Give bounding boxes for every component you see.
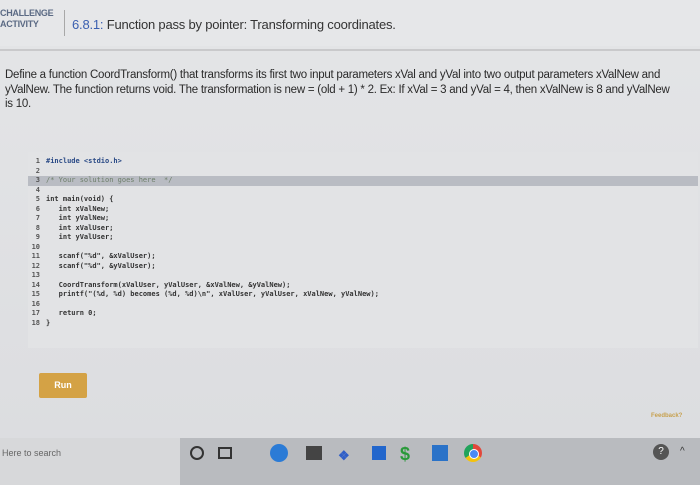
code-line[interactable]: 4 [28,186,698,196]
run-button[interactable]: Run [39,373,87,398]
code-line[interactable]: 2 [28,167,698,177]
code-line[interactable]: 6 int xValNew; [28,205,698,215]
photos-icon[interactable] [432,445,448,461]
code-text[interactable]: #include <stdio.h> [46,157,122,167]
code-text[interactable]: printf("(%d, %d) becomes (%d, %d)\n", xV… [46,290,379,300]
line-number: 16 [31,299,40,308]
line-number: 2 [35,166,40,175]
code-line[interactable]: 1 #include <stdio.h> [28,157,698,167]
line-number: 12 [31,261,40,270]
code-line[interactable]: 14 CoordTransform(xValUser, yValUser, &x… [28,281,698,291]
file-explorer-icon[interactable] [372,446,386,460]
help-icon[interactable]: ? [653,444,669,460]
task-view-icon[interactable] [218,447,232,459]
line-number: 10 [31,242,40,251]
code-line[interactable]: 7 int yValNew; [28,214,698,224]
code-line[interactable]: 16 [28,300,698,310]
code-line[interactable]: 17 return 0; [28,309,698,319]
code-text[interactable]: int xValUser; [46,224,114,234]
store-icon[interactable] [306,446,322,460]
dropbox-icon[interactable]: ❖ [338,448,350,464]
code-line[interactable]: 8 int xValUser; [28,224,698,234]
line-number: 13 [31,271,40,279]
line-number: 6 [35,204,40,213]
line-number: 9 [35,233,40,241]
line-number: 4 [35,185,40,194]
code-text[interactable]: /* Your solution goes here */ [46,176,172,186]
code-text[interactable]: } [46,319,50,329]
problem-description: Define a function CoordTransform() that … [5,69,670,110]
line-number: 14 [31,280,40,289]
line-number: 15 [31,290,40,298]
code-line[interactable]: 15 printf("(%d, %d) becomes (%d, %d)\n",… [28,290,698,300]
line-number: 5 [35,195,40,203]
code-text[interactable]: int yValNew; [46,214,110,224]
code-line[interactable]: 5 int main(void) { [28,195,698,205]
section-number: 6.8.1: [72,17,104,32]
code-line[interactable]: 13 [28,271,698,281]
line-number: 1 [35,157,40,165]
code-line[interactable]: 11 scanf("%d", &xValUser); [28,252,698,262]
code-line[interactable]: 18} [28,319,698,329]
taskbar-search-box[interactable]: Here to search [0,438,180,485]
tray-chevron-up-icon[interactable]: ^ [680,446,685,457]
activity-title: 6.8.1: Function pass by pointer: Transfo… [72,17,396,32]
code-line[interactable]: 3 /* Your solution goes here */ [28,176,698,186]
code-text[interactable]: scanf("%d", &yValUser); [46,262,156,272]
line-number: 11 [31,252,40,260]
header-divider [64,10,65,36]
challenge-activity-badge: CHALLENGE ACTIVITY [0,8,58,38]
edge-icon[interactable] [270,444,288,462]
code-text[interactable]: scanf("%d", &xValUser); [46,252,156,262]
section-title: Function pass by pointer: Transforming c… [106,17,396,32]
code-text[interactable]: int main(void) { [46,195,113,205]
code-text[interactable]: CoordTransform(xValUser, yValUser, &xVal… [46,281,291,291]
code-line[interactable]: 12 scanf("%d", &yValUser); [28,262,698,272]
activity-header: CHALLENGE ACTIVITY 6.8.1: Function pass … [0,0,700,46]
header-rule [0,49,700,51]
line-number: 8 [35,223,40,232]
badge-line-1: CHALLENGE [0,8,54,18]
line-number: 17 [31,309,40,317]
code-line[interactable]: 10 [28,243,698,253]
code-line[interactable]: 9 int yValUser; [28,233,698,243]
feedback-link[interactable]: Feedback? [651,413,682,419]
browser-page: CHALLENGE ACTIVITY 6.8.1: Function pass … [0,0,700,438]
cortana-icon[interactable] [190,446,204,460]
windows-taskbar: Here to search ❖ $ [0,438,700,485]
line-number: 7 [35,214,40,222]
taskbar-icons: ❖ $ [190,444,670,474]
code-text[interactable]: int xValNew; [46,205,110,215]
badge-line-2: ACTIVITY [0,19,39,29]
search-input[interactable]: Here to search [2,448,61,458]
money-icon[interactable]: $ [400,444,410,465]
chrome-icon[interactable] [464,444,482,462]
code-text[interactable]: return 0; [46,309,97,319]
line-number: 3 [35,176,40,184]
code-text[interactable]: int yValUser; [46,233,114,243]
line-number: 18 [31,318,40,327]
